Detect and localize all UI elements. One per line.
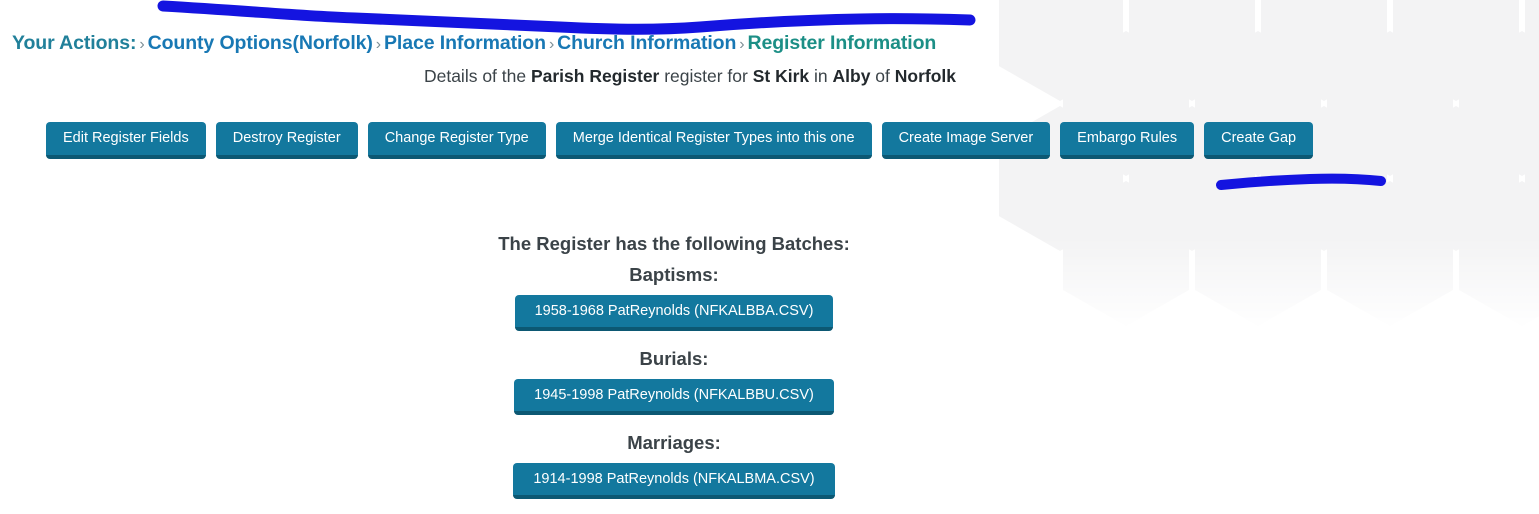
breadcrumb-label: Your Actions: (12, 32, 137, 54)
embargo-rules-button[interactable]: Embargo Rules (1060, 122, 1195, 159)
breadcrumb-separator-1: › (139, 36, 145, 53)
batch-button-marriages-1[interactable]: 1914-1998 PatReynolds (NFKALBMA.CSV) (513, 463, 835, 499)
breadcrumb-item-place-information[interactable]: Place Information (384, 32, 546, 54)
breadcrumb-separator-3: › (548, 36, 555, 53)
breadcrumb: Your Actions: › County Options(Norfolk) › Pl… (12, 31, 936, 57)
batch-group-marriages-heading: Marriages: (627, 432, 721, 453)
subtitle-mid-2: in (809, 66, 833, 86)
subtitle-church-name: St Kirk (752, 66, 810, 86)
breadcrumb-separator-4: › (739, 36, 745, 53)
destroy-register-button[interactable]: Destroy Register (215, 122, 358, 159)
subtitle-register-type: Parish Register (530, 66, 660, 86)
register-information-page: Your Actions: › County Options(Norfolk) › Pl… (0, 0, 1539, 509)
create-image-server-button[interactable]: Create Image Server (881, 122, 1051, 159)
breadcrumb-underline-stroke (157, 0, 976, 35)
breadcrumb-item-register-information[interactable]: Register Information (748, 32, 937, 54)
batch-list-baptisms: 1958-1968 PatReynolds (NFKALBBA.CSV) (0, 295, 1348, 331)
batch-button-burials-1[interactable]: 1945-1998 PatReynolds (NFKALBBU.CSV) (514, 379, 834, 415)
batches-heading: The Register has the following Batches: (498, 233, 850, 254)
subtitle-county-name: Norfolk (894, 66, 957, 86)
batch-list-burials: 1945-1998 PatReynolds (NFKALBBU.CSV) (0, 379, 1348, 415)
subtitle-mid-3: of (870, 66, 895, 86)
subtitle-place-name: Alby (832, 66, 871, 86)
action-button-toolbar: Edit Register Fields Destroy Register Ch… (46, 122, 1314, 159)
breadcrumb-item-county-options[interactable]: County Options(Norfolk) (148, 32, 373, 54)
merge-identical-register-types-button[interactable]: Merge Identical Register Types into this… (555, 122, 872, 159)
batch-group-marriages: Marriages: 1914-1998 PatReynolds (NFKALB… (0, 430, 1348, 499)
toolbar-right-underline-stroke (1216, 173, 1386, 190)
batch-list-marriages: 1914-1998 PatReynolds (NFKALBMA.CSV) (0, 463, 1348, 499)
page-subtitle: Details of the Parish Register register … (0, 64, 1380, 88)
change-register-type-button[interactable]: Change Register Type (367, 122, 546, 159)
create-gap-button[interactable]: Create Gap (1204, 122, 1314, 159)
batch-group-baptisms-heading: Baptisms: (629, 264, 719, 285)
subtitle-prefix: Details of the (423, 66, 531, 86)
batch-group-burials-heading: Burials: (639, 348, 709, 369)
edit-register-fields-button[interactable]: Edit Register Fields (46, 122, 206, 159)
breadcrumb-item-church-information[interactable]: Church Information (557, 32, 736, 54)
subtitle-mid-1: register for (659, 66, 753, 86)
batches-section: The Register has the following Batches: … (0, 232, 1348, 514)
batch-button-baptisms-1[interactable]: 1958-1968 PatReynolds (NFKALBBA.CSV) (514, 295, 834, 331)
batch-group-burials: Burials: 1945-1998 PatReynolds (NFKALBBU… (0, 346, 1348, 415)
batch-group-baptisms: Baptisms: 1958-1968 PatReynolds (NFKALBB… (0, 262, 1348, 331)
breadcrumb-separator-2: › (375, 36, 382, 53)
